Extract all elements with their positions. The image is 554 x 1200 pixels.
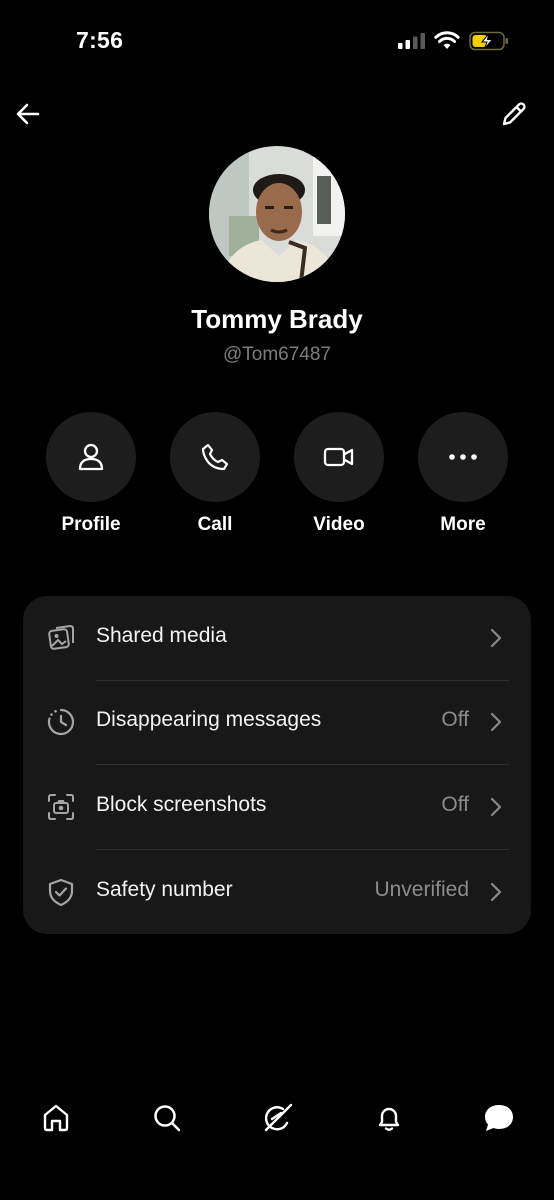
- more-action-circle[interactable]: [418, 412, 508, 502]
- conversation-settings-card: Shared media Disappearing messages Off B…: [23, 596, 531, 934]
- settings-row-label: Shared media: [96, 624, 227, 647]
- status-time: 7:56: [76, 27, 124, 53]
- tab-search[interactable]: [147, 1098, 187, 1138]
- profile-action-circle[interactable]: [46, 412, 136, 502]
- settings-row-safety-number[interactable]: Safety number Unverified: [23, 850, 531, 934]
- more-action-button[interactable]: More: [401, 412, 525, 536]
- profile-action-label: Profile: [61, 514, 121, 535]
- settings-row-value: Off: [441, 708, 469, 731]
- settings-row-label: Disappearing messages: [96, 708, 322, 731]
- signal-icon: [398, 33, 425, 49]
- avatar-photo: [209, 146, 345, 282]
- wifi-icon: [434, 31, 460, 49]
- settings-row-block-screenshots[interactable]: Block screenshots Off: [23, 765, 531, 849]
- phone-icon: [201, 443, 229, 471]
- arrow-left-icon: [16, 103, 40, 125]
- video-action-button[interactable]: Video: [277, 412, 401, 536]
- more-action-label: More: [440, 514, 486, 535]
- settings-row-value: Off: [441, 793, 469, 816]
- person-icon: [78, 443, 104, 471]
- settings-row-value: Unverified: [374, 878, 469, 901]
- chevron-right-icon: [490, 882, 502, 902]
- bottom-tab-bar: [0, 1088, 554, 1148]
- chevron-right-icon: [490, 628, 502, 648]
- pencil-icon: [502, 102, 526, 126]
- shield-check-icon: [45, 876, 77, 908]
- screenshot-camera-icon: [45, 791, 77, 823]
- grok-icon: [264, 1103, 293, 1132]
- tab-notifications[interactable]: [369, 1098, 409, 1138]
- call-action-button[interactable]: Call: [153, 412, 277, 536]
- video-camera-icon: [323, 447, 354, 467]
- video-action-circle[interactable]: [294, 412, 384, 502]
- notifications-bell-icon: [378, 1107, 400, 1131]
- tab-messages[interactable]: [479, 1098, 519, 1138]
- settings-row-label: Block screenshots: [96, 793, 267, 816]
- ellipsis-icon: [449, 454, 477, 460]
- search-icon: [154, 1105, 181, 1132]
- chevron-right-icon: [490, 712, 502, 732]
- edit-button[interactable]: [496, 96, 532, 132]
- profile-handle: @Tom67487: [222, 344, 332, 365]
- call-action-label: Call: [197, 514, 233, 535]
- battery-charging-icon: [469, 31, 508, 51]
- chevron-right-icon: [490, 797, 502, 817]
- profile-name: Tommy Brady: [191, 304, 363, 334]
- timer-icon: [45, 706, 77, 738]
- back-button[interactable]: [10, 96, 46, 132]
- profile-avatar[interactable]: [209, 146, 345, 282]
- tab-grok[interactable]: [258, 1098, 298, 1138]
- profile-action-button[interactable]: Profile: [29, 412, 153, 536]
- home-icon: [43, 1104, 69, 1132]
- settings-row-shared-media[interactable]: Shared media: [23, 596, 531, 680]
- video-action-label: Video: [313, 514, 365, 535]
- messages-icon: [485, 1105, 513, 1131]
- call-action-circle[interactable]: [170, 412, 260, 502]
- tab-home[interactable]: [36, 1098, 76, 1138]
- settings-row-label: Safety number: [96, 878, 233, 901]
- status-bar: 7:56: [0, 0, 554, 84]
- settings-row-disappearing-messages[interactable]: Disappearing messages Off: [23, 680, 531, 764]
- shared-media-icon: [45, 622, 77, 654]
